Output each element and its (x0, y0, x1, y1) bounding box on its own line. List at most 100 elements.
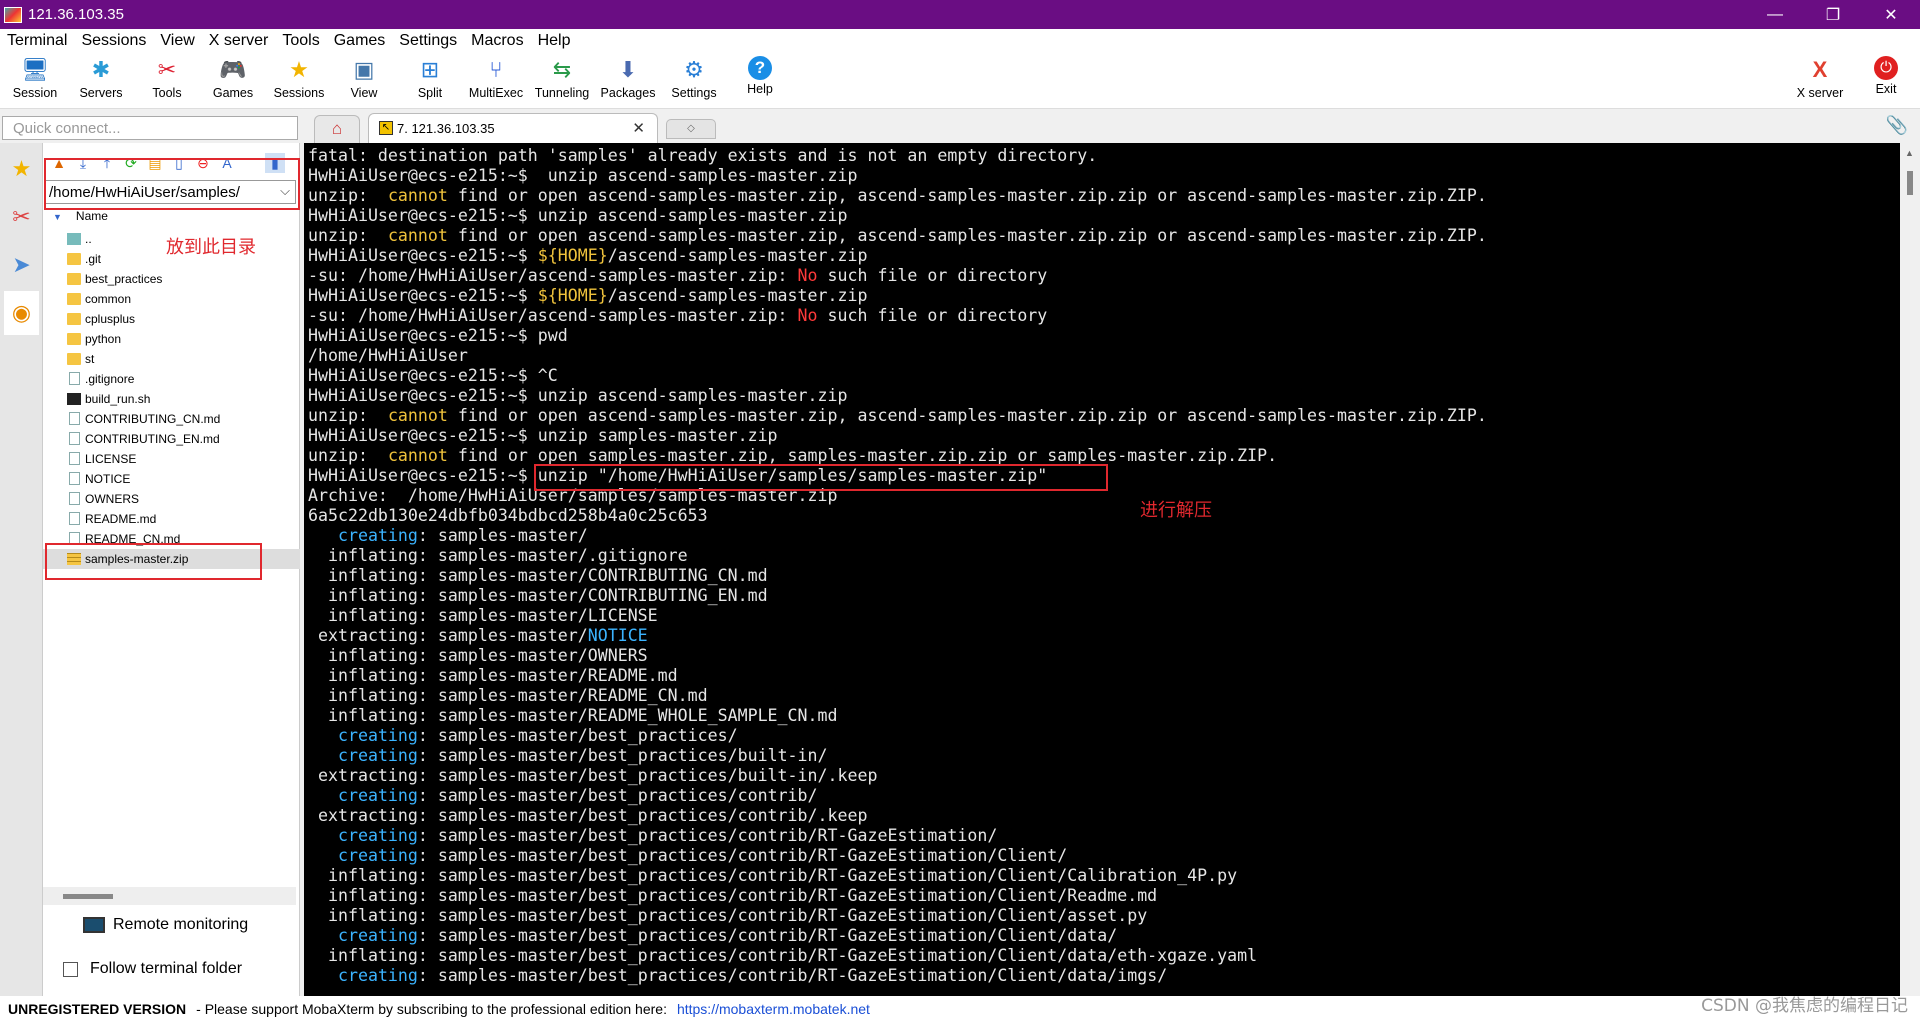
tools-button[interactable]: ✂ Tools (134, 55, 200, 107)
tunneling-button[interactable]: ⇆ Tunneling (529, 55, 595, 107)
file-row[interactable]: OWNERS (43, 489, 300, 509)
annotation-box-path (44, 158, 300, 210)
scroll-thumb[interactable] (63, 894, 113, 899)
sessions-button[interactable]: ★ Sessions (266, 55, 332, 107)
sftp-strip-globe-icon[interactable]: ◉ (4, 291, 39, 335)
session-button[interactable]: 🖥 Session (2, 55, 68, 107)
file-row[interactable]: CONTRIBUTING_CN.md (43, 409, 300, 429)
help-button[interactable]: ? Help (727, 55, 793, 107)
file-list: .. .git best_practices common cplusplus pytho… (43, 229, 300, 569)
file-row[interactable]: build_run.sh (43, 389, 300, 409)
terminal-segment: cannot (387, 406, 448, 425)
xserver-button[interactable]: X X server (1787, 55, 1853, 107)
scroll-thumb[interactable] (1907, 171, 1913, 195)
scroll-up-icon[interactable]: ▲ (1905, 148, 1914, 158)
terminal-line: creating: samples-master/best_practices/… (308, 826, 1487, 846)
minimize-button[interactable]: — (1746, 0, 1804, 29)
menu-settings[interactable]: Settings (392, 32, 464, 50)
remote-monitoring-button[interactable]: Remote monitoring (83, 916, 248, 934)
folder-icon (67, 313, 81, 325)
macros-strip-send-icon[interactable]: ➤ (4, 243, 39, 287)
tab-close-icon[interactable]: ✕ (632, 119, 645, 137)
terminal-segment: find or open ascend-samples-master.zip, … (447, 186, 1487, 205)
file-row[interactable]: NOTICE (43, 469, 300, 489)
terminal-segment: inflating: samples-master/best_practices… (308, 886, 1158, 905)
exit-button[interactable]: ⏻ Exit (1853, 55, 1919, 107)
terminal-line: HwHiAiUser@ecs-e215:~$ ${HOME}/ascend-sa… (308, 246, 1487, 266)
terminal-segment: HwHiAiUser@ecs-e215:~$ unzip samples-mas… (308, 426, 778, 445)
watermark: CSDN @我焦虑的编程日记 (1701, 996, 1908, 1016)
package-icon: ⬇ (618, 57, 638, 82)
file-name: best_practices (85, 272, 163, 286)
terminal-line: unzip: cannot find or open ascend-sample… (308, 226, 1487, 246)
menu-tools[interactable]: Tools (275, 32, 326, 50)
terminal-segment: such file or directory (817, 266, 1048, 285)
terminal-line: inflating: samples-master/best_practices… (308, 866, 1487, 886)
menu-bar: Terminal Sessions View X server Tools Ga… (0, 29, 1920, 53)
terminal-segment: creating (337, 846, 418, 865)
terminal-line: HwHiAiUser@ecs-e215:~$ unzip ascend-samp… (308, 166, 1487, 186)
file-row[interactable]: CONTRIBUTING_EN.md (43, 429, 300, 449)
tools-strip-icon[interactable]: ✂ (4, 195, 39, 239)
sessions-strip-star-icon[interactable]: ★ (4, 147, 39, 191)
terminal-segment (308, 526, 338, 545)
split-button[interactable]: ⊞ Split (397, 55, 463, 107)
annotation-box-unzip (534, 464, 1108, 491)
folder-icon (67, 273, 81, 285)
monitor-icon (83, 916, 105, 933)
view-button[interactable]: ▣ View (331, 55, 397, 107)
menu-games[interactable]: Games (327, 32, 393, 50)
terminal-line: HwHiAiUser@ecs-e215:~$ ^C (308, 366, 1487, 386)
paperclip-icon[interactable]: 📎 (1886, 115, 1908, 136)
terminal-segment: inflating: samples-master/README.md (308, 666, 678, 685)
terminal-output[interactable]: fatal: destination path 'samples' alread… (304, 143, 1900, 996)
terminal-line: unzip: cannot find or open ascend-sample… (308, 406, 1487, 426)
tab-session-7[interactable]: ↖ 7. 121.36.103.35 ✕ (368, 113, 658, 143)
file-row[interactable]: LICENSE (43, 449, 300, 469)
file-icon (69, 372, 80, 385)
follow-terminal-folder-checkbox[interactable]: Follow terminal folder (63, 960, 242, 978)
menu-terminal[interactable]: Terminal (0, 32, 74, 50)
file-row[interactable]: st (43, 349, 300, 369)
new-tab-button[interactable]: ◇ (666, 119, 716, 139)
file-row[interactable]: .gitignore (43, 369, 300, 389)
terminal-line: HwHiAiUser@ecs-e215:~$ unzip ascend-samp… (308, 206, 1487, 226)
multiexec-button[interactable]: ⑂ MultiExec (463, 55, 529, 107)
close-button[interactable]: ✕ (1862, 0, 1920, 29)
file-row[interactable]: common (43, 289, 300, 309)
terminal-segment (308, 966, 338, 985)
menu-help[interactable]: Help (531, 32, 578, 50)
mobatek-link[interactable]: https://mobaxterm.mobatek.net (677, 1001, 870, 1017)
menu-xserver[interactable]: X server (202, 32, 276, 50)
file-row[interactable]: best_practices (43, 269, 300, 289)
terminal-segment: : samples-master/ (417, 526, 588, 545)
servers-button[interactable]: ✱ Servers (68, 55, 134, 107)
column-header-name[interactable]: ▼ Name (53, 209, 108, 223)
servers-icon: ✱ (91, 57, 111, 82)
menu-sessions[interactable]: Sessions (74, 32, 153, 50)
menu-view[interactable]: View (153, 32, 201, 50)
terminal-segment: inflating: samples-master/CONTRIBUTING_E… (308, 586, 768, 605)
maximize-button[interactable]: ❐ (1804, 0, 1862, 29)
menu-macros[interactable]: Macros (464, 32, 530, 50)
file-name: .. (85, 232, 92, 246)
file-row[interactable]: cplusplus (43, 309, 300, 329)
sidebar-horizontal-scrollbar[interactable] (43, 887, 296, 905)
terminal-segment: : samples-master/best_practices/ (417, 726, 738, 745)
home-tab[interactable]: ⌂ (314, 115, 360, 143)
quick-connect-input[interactable]: Quick connect... (2, 116, 298, 140)
settings-button[interactable]: ⚙ Settings (661, 55, 727, 107)
packages-button[interactable]: ⬇ Packages (595, 55, 661, 107)
file-icon (69, 492, 80, 505)
terminal-segment: find or open samples-master.zip, samples… (447, 446, 1278, 465)
terminal-segment: HwHiAiUser@ecs-e215:~$ ^C (308, 366, 558, 385)
file-row[interactable]: python (43, 329, 300, 349)
file-row[interactable]: README.md (43, 509, 300, 529)
terminal-line: creating: samples-master/best_practices/… (308, 966, 1487, 986)
support-message: - Please support MobaXterm by subscribin… (196, 1000, 667, 1017)
checkbox-box[interactable] (63, 961, 78, 977)
terminal-segment: creating (337, 826, 418, 845)
games-button[interactable]: 🎮 Games (200, 55, 266, 107)
toolbar: 🖥 Session ✱ Servers ✂ Tools 🎮 Games ★ Se… (0, 53, 1920, 109)
terminal-vertical-scrollbar[interactable]: ▲ (1900, 143, 1920, 996)
